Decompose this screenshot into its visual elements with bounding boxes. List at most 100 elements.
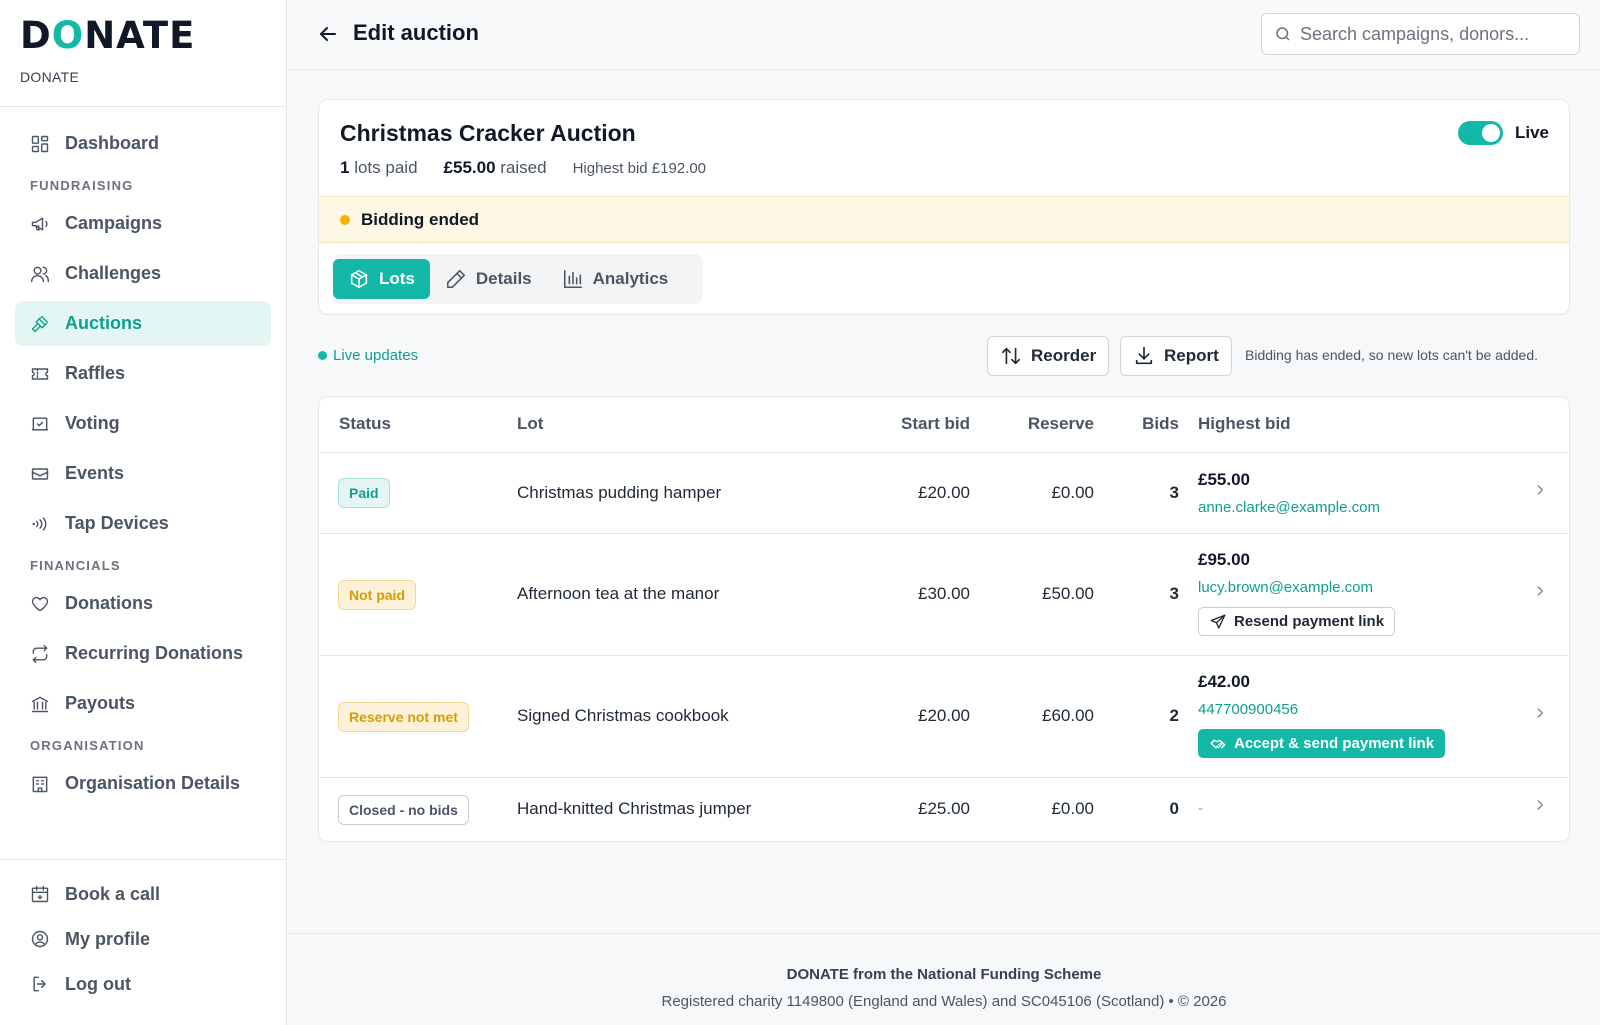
building-icon bbox=[30, 774, 50, 794]
tab-label: Analytics bbox=[592, 269, 669, 288]
brand: DONATE DONATE bbox=[0, 0, 286, 107]
dashboard-icon bbox=[30, 134, 50, 154]
logo-letter-d: D bbox=[20, 14, 52, 57]
search-box[interactable] bbox=[1261, 13, 1580, 55]
page-title: Edit auction bbox=[353, 20, 479, 45]
sidebar-item-label: Book a call bbox=[65, 883, 161, 904]
pencil-icon bbox=[446, 269, 465, 289]
sidebar-item-label: Challenges bbox=[65, 263, 162, 283]
sidebar-item-label: Recurring Donations bbox=[65, 643, 244, 663]
sidebar-item-auctions[interactable]: Auctions bbox=[15, 301, 271, 346]
download-icon bbox=[1135, 346, 1153, 365]
sidebar-item-recurring-donations[interactable]: Recurring Donations bbox=[15, 631, 271, 676]
back-arrow-icon[interactable] bbox=[316, 22, 340, 46]
sidebar-nav: Dashboard FUNDRAISING Campaigns Challeng… bbox=[0, 107, 286, 806]
sidebar-item-label: Donations bbox=[65, 593, 153, 613]
bid-count: 3 bbox=[1169, 483, 1179, 502]
chevron-right-icon[interactable] bbox=[1533, 706, 1547, 720]
header-highest-bid: Highest bid bbox=[1198, 414, 1291, 433]
footer-legal: Registered charity 1149800 (England and … bbox=[661, 993, 1227, 1010]
sidebar-item-label: Organisation Details bbox=[65, 773, 241, 793]
lots-table: Status Lot Start bid Reserve Bids Highes… bbox=[318, 396, 1570, 842]
status-badge: Closed - no bids bbox=[338, 795, 469, 825]
sidebar-footer-nav: Book a call My profile Log out bbox=[0, 859, 286, 1009]
sidebar-item-book-call[interactable]: Book a call bbox=[15, 874, 271, 914]
report-label: Report bbox=[1164, 346, 1219, 365]
live-toggle[interactable] bbox=[1457, 121, 1503, 145]
chevron-right-icon[interactable] bbox=[1533, 798, 1547, 812]
users-icon bbox=[30, 264, 50, 284]
search-input[interactable] bbox=[1300, 23, 1562, 45]
brand-logo[interactable]: DONATE bbox=[20, 16, 266, 56]
topbar: Edit auction bbox=[288, 0, 1600, 70]
highest-bid-amount: £95.00 bbox=[1198, 550, 1250, 569]
lot-name: Afternoon tea at the manor bbox=[517, 584, 720, 603]
table-row[interactable]: Closed - no bids Hand-knitted Christmas … bbox=[319, 778, 1569, 841]
live-toggle-wrap: Live bbox=[1457, 121, 1549, 145]
send-icon bbox=[1210, 614, 1226, 629]
reserve: £0.00 bbox=[1051, 483, 1094, 502]
sidebar-item-log-out[interactable]: Log out bbox=[15, 964, 271, 1004]
sidebar-item-voting[interactable]: Voting bbox=[15, 401, 271, 446]
gavel-icon bbox=[30, 314, 50, 334]
header-reserve: Reserve bbox=[1027, 414, 1094, 433]
lots-paid-label: lots paid bbox=[354, 158, 418, 177]
sidebar-item-label: Campaigns bbox=[65, 213, 163, 233]
table-row[interactable]: Reserve not met Signed Christmas cookboo… bbox=[319, 656, 1569, 778]
sidebar-item-dashboard[interactable]: Dashboard bbox=[15, 121, 271, 166]
toggle-knob bbox=[1481, 124, 1500, 142]
reorder-button[interactable]: Reorder bbox=[987, 336, 1110, 376]
sidebar-item-organisation-details[interactable]: Organisation Details bbox=[15, 761, 271, 806]
highest-bid-empty: - bbox=[1198, 800, 1203, 817]
sidebar-item-campaigns[interactable]: Campaigns bbox=[15, 201, 271, 246]
box-icon bbox=[350, 269, 368, 289]
live-updates-label: Live updates bbox=[333, 347, 419, 364]
footer: DONATE from the National Funding Scheme … bbox=[288, 933, 1600, 1025]
table-row[interactable]: Paid Christmas pudding hamper £20.00 £0.… bbox=[319, 453, 1569, 534]
calendar-icon bbox=[30, 884, 50, 904]
bid-count: 2 bbox=[1169, 706, 1179, 725]
tab-details[interactable]: Details bbox=[430, 259, 547, 299]
sidebar-item-raffles[interactable]: Raffles bbox=[15, 351, 271, 396]
reorder-label: Reorder bbox=[1031, 346, 1097, 365]
accept-send-payment-link-button[interactable]: Accept & send payment link bbox=[1198, 729, 1446, 758]
sidebar-item-label: Raffles bbox=[65, 363, 126, 383]
live-label: Live bbox=[1514, 123, 1549, 142]
sidebar-item-tap-devices[interactable]: Tap Devices bbox=[15, 501, 271, 546]
resend-payment-link-button[interactable]: Resend payment link bbox=[1198, 607, 1396, 636]
sidebar-item-my-profile[interactable]: My profile bbox=[15, 919, 271, 959]
auction-summary-card: Christmas Cracker Auction 1 lots paid £5… bbox=[318, 99, 1570, 315]
chevron-right-icon[interactable] bbox=[1533, 584, 1547, 598]
start-bid: £20.00 bbox=[918, 706, 970, 725]
contactless-icon bbox=[30, 514, 50, 534]
sidebar: DONATE DONATE Dashboard FUNDRAISING Camp… bbox=[0, 0, 287, 1025]
lot-name: Hand-knitted Christmas jumper bbox=[517, 799, 752, 818]
table-row[interactable]: Not paid Afternoon tea at the manor £30.… bbox=[319, 534, 1569, 656]
tab-analytics[interactable]: Analytics bbox=[547, 259, 684, 299]
report-button[interactable]: Report bbox=[1120, 336, 1232, 376]
status-badge: Paid bbox=[338, 478, 390, 508]
bidder-contact[interactable]: 447700900456 bbox=[1198, 701, 1298, 718]
handshake-icon bbox=[1210, 739, 1226, 748]
user-circle-icon bbox=[30, 929, 50, 949]
reserve: £60.00 bbox=[1042, 706, 1094, 725]
sidebar-item-label: Tap Devices bbox=[65, 513, 169, 533]
button-label: Accept & send payment link bbox=[1234, 735, 1435, 752]
chevron-right-icon[interactable] bbox=[1533, 483, 1547, 497]
sidebar-item-challenges[interactable]: Challenges bbox=[15, 251, 271, 296]
repeat-icon bbox=[30, 644, 50, 664]
section-financials: FINANCIALS bbox=[30, 558, 121, 573]
sidebar-item-events[interactable]: Events bbox=[15, 451, 271, 496]
header-lot: Lot bbox=[517, 414, 544, 433]
header-start-bid: Start bid bbox=[901, 414, 970, 433]
sidebar-item-label: My profile bbox=[65, 928, 151, 949]
bidder-contact[interactable]: anne.clarke@example.com bbox=[1198, 499, 1380, 516]
sidebar-item-payouts[interactable]: Payouts bbox=[15, 681, 271, 726]
sidebar-item-donations[interactable]: Donations bbox=[15, 581, 271, 626]
org-name: DONATE bbox=[20, 69, 80, 85]
auction-tabs: Lots Details Analytics bbox=[333, 254, 704, 304]
highest-bid-amount: £42.00 bbox=[1198, 672, 1250, 691]
section-organisation: ORGANISATION bbox=[30, 738, 145, 753]
bidder-contact[interactable]: lucy.brown@example.com bbox=[1198, 579, 1373, 596]
tab-lots[interactable]: Lots bbox=[333, 259, 430, 299]
